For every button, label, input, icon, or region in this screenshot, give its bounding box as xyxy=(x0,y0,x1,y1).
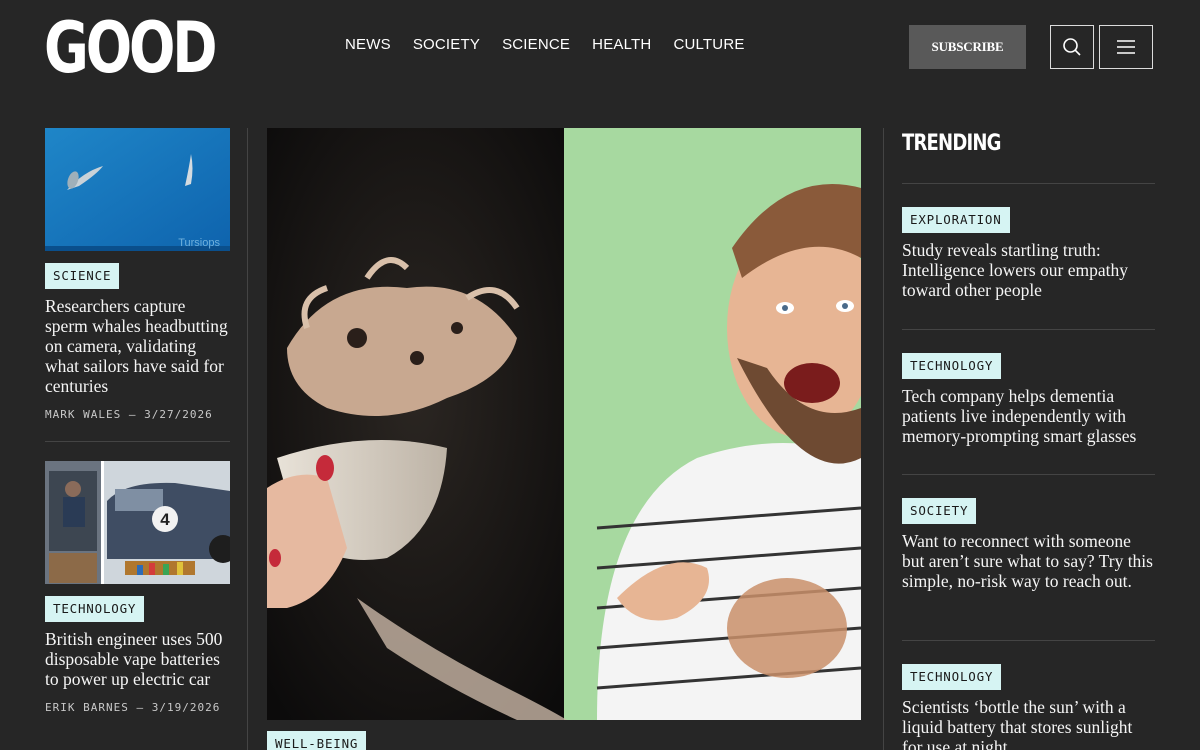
nav-item-culture[interactable]: CULTURE xyxy=(673,36,744,53)
column-divider xyxy=(883,128,884,750)
category-tag[interactable]: TECHNOLOGY xyxy=(45,596,145,622)
nav-item-news[interactable]: NEWS xyxy=(345,36,391,53)
trending-heading: TRENDING xyxy=(902,131,1001,156)
main-nav: NEWS SOCIETY SCIENCE HEALTH CULTURE xyxy=(345,36,767,53)
car-number-badge: 4 xyxy=(160,510,170,529)
left-story-column: Tursiops SCIENCE Researchers capture spe… xyxy=(45,128,230,714)
nav-item-society[interactable]: SOCIETY xyxy=(413,36,480,53)
trending-headline[interactable]: Tech company helps dementia patients liv… xyxy=(902,386,1155,446)
vape-car-thumbnail[interactable]: 4 xyxy=(45,461,230,584)
category-tag[interactable]: SOCIETY xyxy=(902,498,977,524)
menu-button[interactable] xyxy=(1099,25,1153,69)
nav-item-science[interactable]: SCIENCE xyxy=(502,36,570,53)
trending-item[interactable]: SOCIETY Want to reconnect with someone b… xyxy=(902,475,1155,640)
trending-headline[interactable]: Scientists ‘bottle the sun’ with a liqui… xyxy=(902,697,1155,750)
nav-item-health[interactable]: HEALTH xyxy=(592,36,651,53)
site-logo[interactable]: GOOD xyxy=(44,6,218,90)
trending-item[interactable]: TECHNOLOGY Scientists ‘bottle the sun’ w… xyxy=(902,641,1155,750)
category-tag[interactable]: TECHNOLOGY xyxy=(902,664,1002,690)
story-byline: MARK WALES – 3/27/2026 xyxy=(45,408,213,421)
trending-headline[interactable]: Want to reconnect with someone but aren’… xyxy=(902,531,1155,591)
column-divider xyxy=(247,128,248,750)
trending-sidebar: TRENDING EXPLORATION Study reveals start… xyxy=(902,128,1155,750)
story-card[interactable]: 4 TECHNOLOGY British engineer uses 500 d… xyxy=(45,461,230,714)
story-headline[interactable]: British engineer uses 500 disposable vap… xyxy=(45,629,230,689)
hero-image[interactable] xyxy=(267,128,861,720)
trending-item[interactable]: EXPLORATION Study reveals startling trut… xyxy=(902,184,1155,329)
search-icon xyxy=(1063,38,1081,56)
story-byline: ERIK BARNES – 3/19/2026 xyxy=(45,701,221,714)
story-divider xyxy=(45,441,230,442)
whales-thumbnail[interactable]: Tursiops xyxy=(45,128,230,251)
hero-category-tag-wrap: WELL-BEING xyxy=(267,731,367,750)
site-header: GOOD NEWS SOCIETY SCIENCE HEALTH CULTURE… xyxy=(0,0,1200,95)
category-tag[interactable]: SCIENCE xyxy=(45,263,120,289)
subscribe-button[interactable]: SUBSCRIBE xyxy=(909,25,1026,69)
hamburger-menu-icon xyxy=(1117,40,1135,54)
image-credit: Tursiops xyxy=(178,237,220,249)
trending-headline[interactable]: Study reveals startling truth: Intellige… xyxy=(902,240,1155,300)
trending-item[interactable]: TECHNOLOGY Tech company helps dementia p… xyxy=(902,330,1155,474)
category-tag[interactable]: EXPLORATION xyxy=(902,207,1010,233)
story-card[interactable]: Tursiops SCIENCE Researchers capture spe… xyxy=(45,128,230,421)
category-tag[interactable]: TECHNOLOGY xyxy=(902,353,1002,379)
category-tag[interactable]: WELL-BEING xyxy=(267,731,367,750)
story-headline[interactable]: Researchers capture sperm whales headbut… xyxy=(45,296,230,396)
search-button[interactable] xyxy=(1050,25,1094,69)
